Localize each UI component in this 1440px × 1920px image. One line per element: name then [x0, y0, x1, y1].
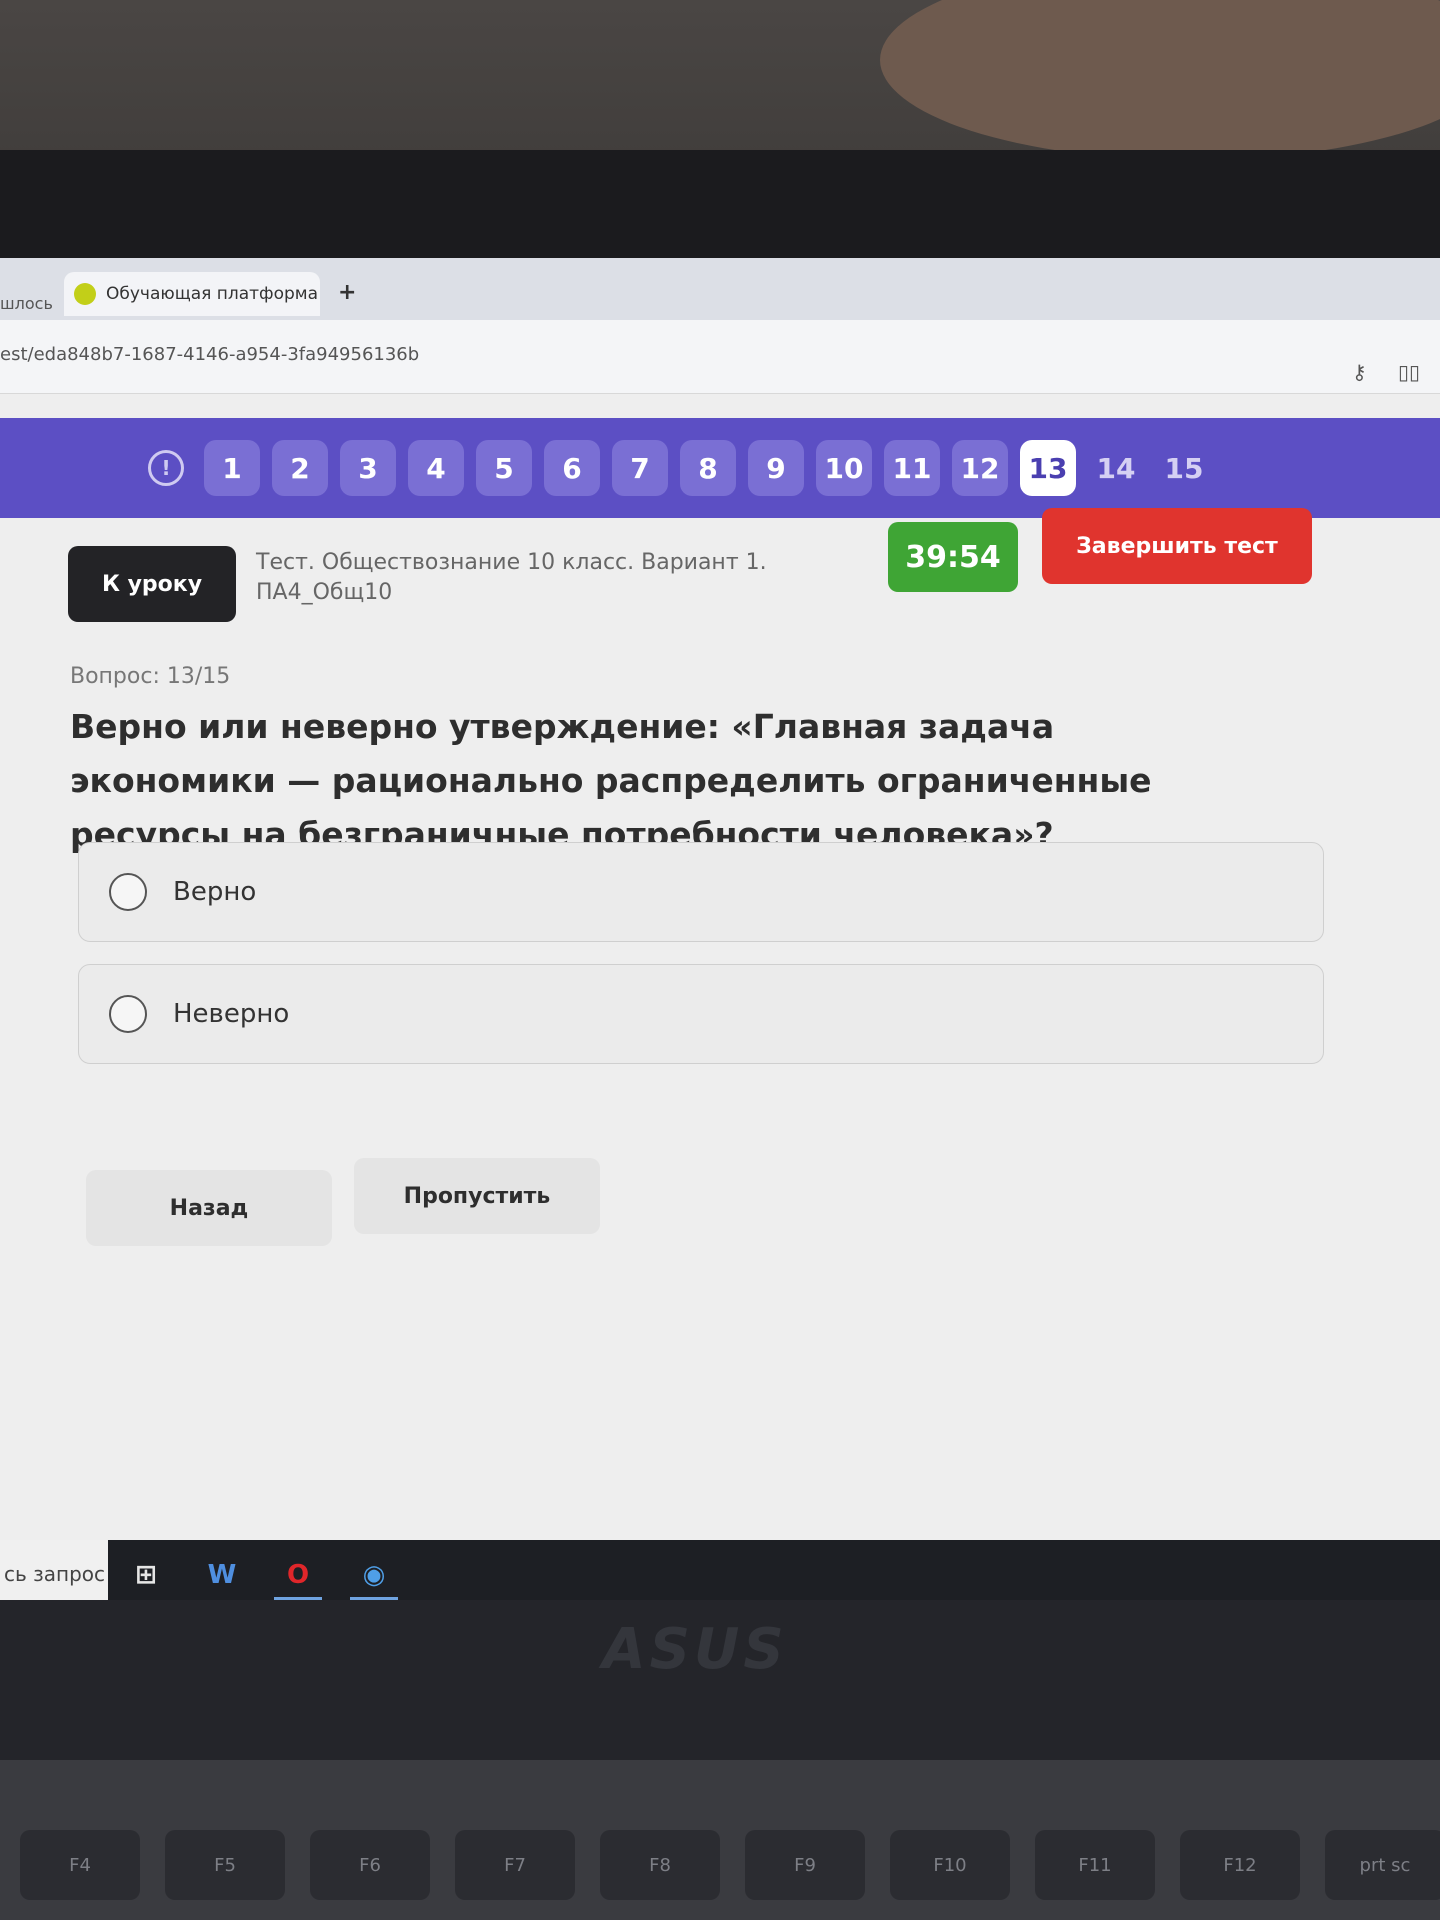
fkey-f8: F8 [600, 1830, 720, 1900]
test-title-line1: Тест. Обществознание 10 класс. Вариант 1… [256, 550, 767, 575]
question-number-6[interactable]: 6 [544, 440, 600, 496]
tab-title: Обучающая платформа [106, 284, 319, 304]
question-number-9[interactable]: 9 [748, 440, 804, 496]
function-key-row: F4 F5 F6 F7 F8 F9 F10 F11 F12 prt sc [0, 1830, 1440, 1910]
skip-button[interactable]: Пропустить [354, 1158, 600, 1234]
question-number-13[interactable]: 13 [1020, 440, 1076, 496]
address-bar[interactable]: est/eda848b7-1687-4146-a954-3fa94956136b… [0, 320, 1440, 394]
question-number-12[interactable]: 12 [952, 440, 1008, 496]
question-number-5[interactable]: 5 [476, 440, 532, 496]
answer-option-false[interactable]: Неверно [78, 964, 1324, 1064]
answer-option-true[interactable]: Верно [78, 842, 1324, 942]
fkey-f7: F7 [455, 1830, 575, 1900]
radio-button[interactable] [109, 995, 147, 1033]
key-icon[interactable]: ⚷ [1352, 360, 1367, 384]
question-number-7[interactable]: 7 [612, 440, 668, 496]
question-text: Верно или неверно утверждение: «Главная … [70, 707, 1152, 854]
timer-badge: 39:54 [888, 522, 1018, 592]
back-to-lesson-button[interactable]: К уроку [68, 546, 236, 622]
question-number-8[interactable]: 8 [680, 440, 736, 496]
question-number-2[interactable]: 2 [272, 440, 328, 496]
fkey-f4: F4 [20, 1830, 140, 1900]
tab-previous[interactable]: шлось [0, 294, 53, 313]
test-title: Тест. Обществознание 10 класс. Вариант 1… [256, 548, 816, 608]
question-number-3[interactable]: 3 [340, 440, 396, 496]
question-number-4[interactable]: 4 [408, 440, 464, 496]
windows-taskbar: сь запрос ⊞ W O ◉ [0, 1540, 1440, 1608]
fkey-f11: F11 [1035, 1830, 1155, 1900]
test-title-line2: ПА4_Общ10 [256, 580, 393, 605]
exclamation-icon: ! [148, 450, 184, 486]
favicon-icon [74, 283, 96, 305]
question-number-1[interactable]: 1 [204, 440, 260, 496]
question-number-11[interactable]: 11 [884, 440, 940, 496]
fkey-prt-sc: prt sc [1325, 1830, 1440, 1900]
browser-icon[interactable]: ◉ [344, 1550, 404, 1600]
laptop-screen: шлось Обучающая платформа + est/eda848b7… [0, 258, 1440, 1608]
question-number-15[interactable]: 15 [1156, 440, 1212, 496]
tab-active[interactable]: Обучающая платформа [64, 272, 320, 316]
opera-icon[interactable]: O [268, 1550, 328, 1600]
fkey-f12: F12 [1180, 1830, 1300, 1900]
warning-icon[interactable]: ! [140, 442, 192, 494]
radio-button[interactable] [109, 873, 147, 911]
fkey-f10: F10 [890, 1830, 1010, 1900]
browser-tab-bar: шлось Обучающая платформа + [0, 258, 1440, 320]
reader-mode-icon[interactable]: ▯▯ [1398, 360, 1420, 384]
question-navigation: ! 1 2 3 4 5 6 7 8 9 10 11 12 13 14 15 [0, 418, 1440, 518]
asus-logo: ASUS [602, 1617, 788, 1682]
laptop-bezel-top [0, 150, 1440, 260]
question-number-14[interactable]: 14 [1088, 440, 1144, 496]
fkey-f9: F9 [745, 1830, 865, 1900]
back-button[interactable]: Назад [86, 1170, 332, 1246]
fkey-f6: F6 [310, 1830, 430, 1900]
option-label: Неверно [173, 999, 290, 1029]
word-icon[interactable]: W [192, 1550, 252, 1600]
taskbar-search[interactable]: сь запрос [0, 1540, 108, 1608]
option-label: Верно [173, 877, 257, 907]
task-view-icon[interactable]: ⊞ [116, 1550, 176, 1600]
new-tab-button[interactable]: + [338, 280, 356, 305]
url-text[interactable]: est/eda848b7-1687-4146-a954-3fa94956136b [0, 344, 419, 365]
fkey-f5: F5 [165, 1830, 285, 1900]
finish-test-button[interactable]: Завершить тест [1042, 508, 1312, 584]
question-counter: Вопрос: 13/15 [70, 664, 231, 689]
question-number-10[interactable]: 10 [816, 440, 872, 496]
